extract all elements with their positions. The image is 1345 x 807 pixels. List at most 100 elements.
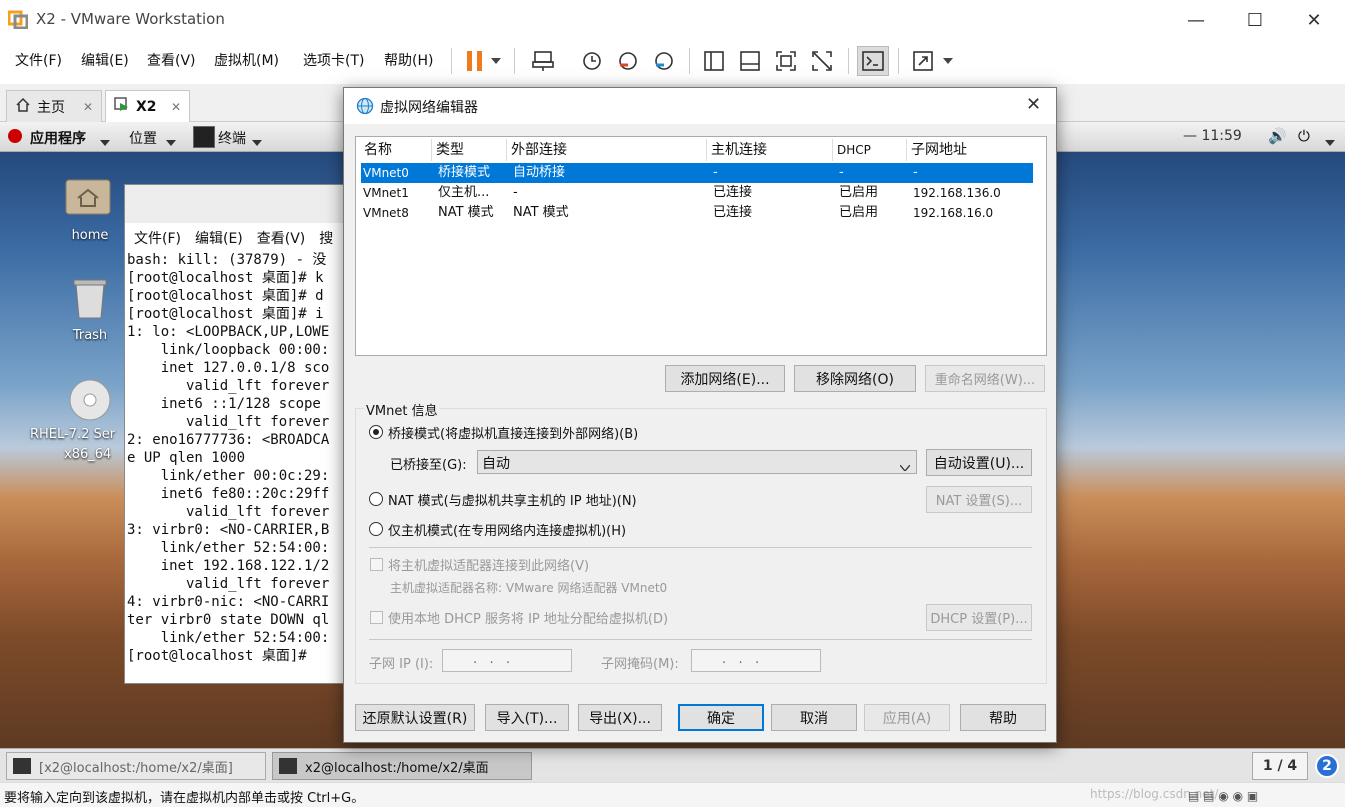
terminal-menu-file[interactable]: 文件(F): [134, 231, 181, 247]
chevron-down-icon[interactable]: [938, 46, 958, 76]
close-button[interactable]: ✕: [1285, 0, 1343, 40]
terminal-line: [root@localhost 桌面]# i: [127, 306, 324, 322]
export-button[interactable]: 导出(X)...: [578, 704, 662, 731]
menu-vm[interactable]: 虚拟机(M): [214, 50, 279, 70]
column-host[interactable]: 主机连接: [707, 139, 833, 161]
auto-settings-button[interactable]: 自动设置(U)...: [926, 449, 1032, 476]
chevron-down-icon: [100, 134, 110, 150]
terminal-window[interactable]: 文件(F) 编辑(E) 查看(V) 搜 bash: kill: (37879) - 没…: [124, 184, 355, 684]
taskbar-item-terminal-minimized[interactable]: [x2@localhost:/home/x2/桌面]: [6, 752, 266, 780]
network-list[interactable]: 名称 类型 外部连接 主机连接 DHCP 子网地址 VMnet0 桥接模式 自动…: [355, 136, 1047, 356]
add-network-button[interactable]: 添加网络(E)...: [665, 365, 785, 392]
clock[interactable]: — 11:59: [1183, 128, 1242, 144]
menu-help[interactable]: 帮助(H): [384, 50, 433, 70]
terminal-menu-edit[interactable]: 编辑(E): [195, 231, 243, 247]
status-hint: 要将输入定向到该虚拟机，请在虚拟机内部单击或按 Ctrl+G。: [4, 791, 365, 806]
taskbar-item-terminal[interactable]: x2@localhost:/home/x2/桌面: [272, 752, 532, 780]
restore-defaults-button[interactable]: 还原默认设置(R): [355, 704, 475, 731]
trash-icon[interactable]: [70, 276, 110, 320]
dhcp-settings-button[interactable]: DHCP 设置(P)...: [926, 604, 1032, 631]
sidebar-toggle-icon[interactable]: [698, 46, 730, 76]
row-dhcp: 已启用: [839, 185, 879, 200]
close-icon[interactable]: ✕: [171, 100, 181, 114]
terminal-line: 1: lo: <LOOPBACK,UP,LOWE: [127, 324, 330, 340]
terminal-line: 2: eno16777736: <BROADCA: [127, 432, 330, 448]
connect-adapter-label[interactable]: 将主机虚拟适配器连接到此网络(V): [388, 555, 589, 574]
maximize-button[interactable]: ☐: [1226, 0, 1284, 40]
nat-radio-label[interactable]: NAT 模式(与虚拟机共享主机的 IP 地址)(N): [388, 490, 637, 509]
close-icon[interactable]: ✕: [1026, 94, 1041, 115]
subnet-mask-field[interactable]: . . .: [691, 649, 821, 672]
help-button[interactable]: 帮助: [960, 704, 1046, 731]
disc-icon[interactable]: [68, 378, 112, 422]
table-row[interactable]: VMnet1 仅主机... - 已连接 已启用 192.168.136.0: [361, 183, 1033, 203]
nat-radio[interactable]: [369, 492, 383, 506]
adapter-name-label: 主机虚拟适配器名称: VMware 网络适配器 VMnet0: [390, 581, 668, 595]
connect-adapter-checkbox[interactable]: [370, 558, 383, 571]
applications-menu[interactable]: 应用程序: [30, 128, 86, 148]
cancel-button[interactable]: 取消: [771, 704, 857, 731]
use-dhcp-checkbox[interactable]: [370, 611, 383, 624]
snapshot-manager-icon[interactable]: [648, 46, 680, 76]
menu-view[interactable]: 查看(V): [147, 50, 196, 70]
volume-icon[interactable]: 🔊: [1268, 127, 1287, 145]
column-external[interactable]: 外部连接: [507, 139, 707, 161]
use-dhcp-label[interactable]: 使用本地 DHCP 服务将 IP 地址分配给虚拟机(D): [388, 608, 668, 627]
chevron-down-icon[interactable]: [1325, 134, 1335, 150]
tab-home[interactable]: 主页 ✕: [6, 90, 102, 122]
thumbnail-bar-icon[interactable]: [734, 46, 766, 76]
subnet-ip-field[interactable]: . . .: [442, 649, 572, 672]
snapshot-icon[interactable]: [576, 46, 608, 76]
nat-settings-button[interactable]: NAT 设置(S)...: [926, 486, 1032, 513]
ok-button[interactable]: 确定: [678, 704, 764, 731]
bridge-adapter-value: 自动: [482, 456, 510, 472]
table-row[interactable]: VMnet0 桥接模式 自动桥接 - - -: [361, 163, 1033, 183]
row-name: VMnet0: [363, 166, 409, 180]
column-subnet[interactable]: 子网地址: [907, 139, 1032, 161]
terminal-line: e UP qlen 1000: [127, 450, 246, 466]
menu-edit[interactable]: 编辑(E): [81, 50, 129, 70]
terminal-menu-view[interactable]: 查看(V): [257, 231, 306, 247]
chevron-down-icon[interactable]: [486, 46, 506, 76]
terminal-line: [root@localhost 桌面]#: [127, 648, 316, 664]
guest-taskbar: [x2@localhost:/home/x2/桌面] x2@localhost:…: [0, 748, 1345, 782]
terminal-line: inet 192.168.122.1/2: [127, 558, 330, 574]
notification-badge[interactable]: 2: [1315, 754, 1339, 778]
terminal-output[interactable]: bash: kill: (37879) - 没 [root@localhost …: [127, 251, 353, 681]
terminal-menu-search[interactable]: 搜: [319, 231, 333, 247]
close-icon[interactable]: ✕: [83, 100, 93, 114]
send-ctrl-alt-del-icon[interactable]: [527, 46, 559, 76]
places-menu[interactable]: 位置: [129, 128, 157, 148]
apply-button[interactable]: 应用(A): [864, 704, 950, 731]
unity-icon[interactable]: [806, 46, 838, 76]
column-name[interactable]: 名称: [360, 139, 432, 161]
tab-x2[interactable]: X2 ✕: [105, 90, 190, 122]
remove-network-button[interactable]: 移除网络(O): [794, 365, 916, 392]
rename-network-button[interactable]: 重命名网络(W)...: [925, 365, 1045, 392]
row-external: 自动桥接: [513, 165, 566, 180]
column-type[interactable]: 类型: [432, 139, 507, 161]
console-view-icon[interactable]: [857, 46, 889, 76]
menu-file[interactable]: 文件(F): [15, 50, 62, 70]
column-dhcp[interactable]: DHCP: [833, 139, 907, 161]
row-type: 桥接模式: [438, 165, 491, 180]
minimize-button[interactable]: —: [1167, 0, 1225, 40]
stretch-icon[interactable]: [907, 46, 939, 76]
virtual-network-editor-dialog: 虚拟网络编辑器 ✕ 名称 类型 外部连接 主机连接 DHCP 子网地址 VMne…: [343, 87, 1057, 743]
host-only-radio-label[interactable]: 仅主机模式(在专用网络内连接虚拟机)(H): [388, 520, 626, 539]
bridge-radio-label[interactable]: 桥接模式(将虚拟机直接连接到外部网络)(B): [388, 423, 638, 442]
import-button[interactable]: 导入(T)...: [485, 704, 569, 731]
table-row[interactable]: VMnet8 NAT 模式 NAT 模式 已连接 已启用 192.168.16.…: [361, 203, 1033, 223]
fullscreen-icon[interactable]: [770, 46, 802, 76]
power-icon[interactable]: ⏻: [1298, 127, 1310, 145]
bridge-adapter-select[interactable]: 自动: [477, 450, 917, 474]
host-only-radio[interactable]: [369, 522, 383, 536]
menu-toolbar: 文件(F) 编辑(E) 查看(V) 虚拟机(M) 选项卡(T) 帮助(H): [0, 40, 1345, 82]
row-name: VMnet8: [363, 206, 409, 220]
terminal-menu[interactable]: 终端: [218, 128, 246, 148]
bridge-radio[interactable]: [369, 425, 383, 439]
revert-snapshot-icon[interactable]: [612, 46, 644, 76]
workspace-switcher[interactable]: 1 / 4: [1252, 752, 1308, 780]
folder-icon[interactable]: [64, 174, 116, 218]
menu-tabs[interactable]: 选项卡(T): [303, 50, 364, 70]
